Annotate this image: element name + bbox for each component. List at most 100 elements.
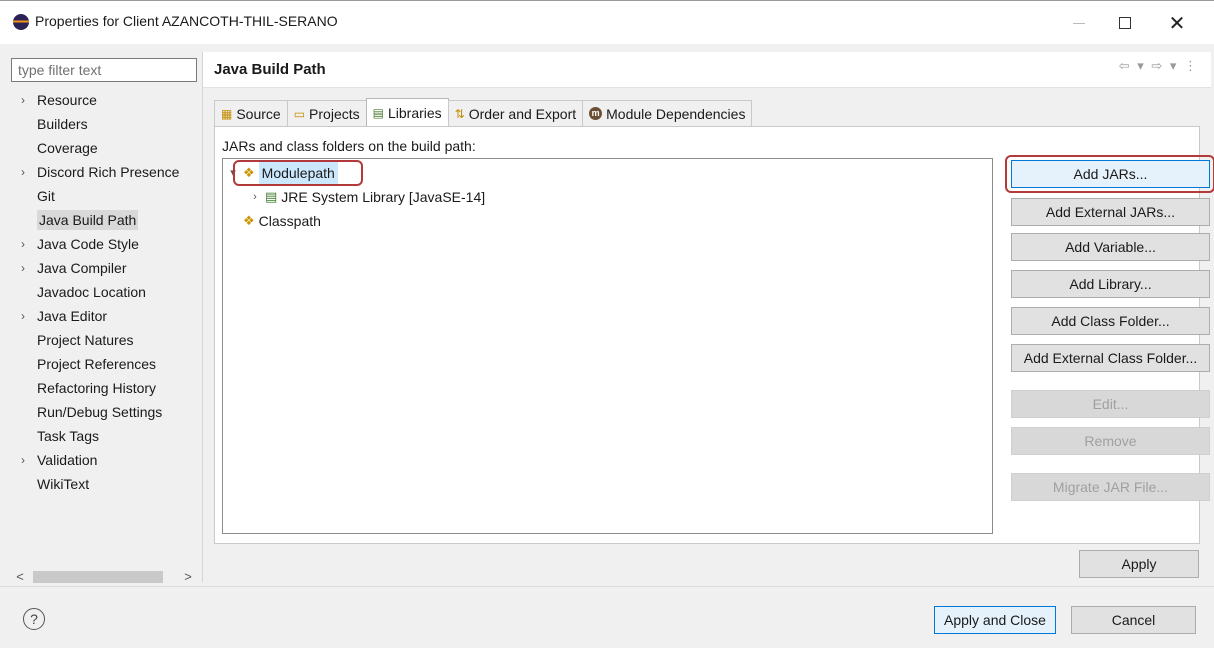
libraries-icon: ▤ xyxy=(372,105,384,120)
tab-label: Order and Export xyxy=(468,105,577,122)
add-class-folder-button[interactable]: Add Class Folder... xyxy=(1011,307,1210,335)
add-external-jars-button[interactable]: Add External JARs... xyxy=(1011,198,1210,226)
source-icon: ▦ xyxy=(221,106,233,121)
title-bar: Properties for Client AZANCOTH-THIL-SERA… xyxy=(0,0,1214,44)
page-header: Java Build Path ⇦ ▾ ⇨ ▾ ⋮ xyxy=(203,52,1211,88)
sidebar-item-label: Task Tags xyxy=(37,428,99,444)
tree-item-classpath[interactable]: ❖ Classpath xyxy=(243,210,321,232)
edit-button[interactable]: Edit... xyxy=(1011,390,1210,418)
tab-label: Libraries xyxy=(387,104,442,121)
sidebar-item-run-debug-settings[interactable]: Run/Debug Settings xyxy=(11,400,197,424)
sidebar-item-java-build-path[interactable]: Java Build Path xyxy=(11,208,197,232)
footer-divider xyxy=(0,586,1214,587)
tree-item-label: Classpath xyxy=(258,213,321,229)
order-export-icon: ⇅ xyxy=(454,106,465,121)
sidebar-item-label: Java Code Style xyxy=(37,236,139,252)
eclipse-icon xyxy=(13,14,29,30)
sidebar-item-task-tags[interactable]: Task Tags xyxy=(11,424,197,448)
chevron-right-icon[interactable]: › xyxy=(21,304,25,328)
sidebar-item-wikitext[interactable]: WikiText xyxy=(11,472,197,496)
sidebar-item-label: Java Compiler xyxy=(37,260,127,276)
library-icon: ▤ xyxy=(265,189,278,204)
property-page-tree: › Resource Builders Coverage › Discord Rich P… xyxy=(11,88,197,558)
property-page: Java Build Path ⇦ ▾ ⇨ ▾ ⋮ ▦ Source ▭ Pro… xyxy=(202,52,1214,582)
sidebar-item-label: Validation xyxy=(37,452,98,468)
tab-label: Module Dependencies xyxy=(606,105,746,122)
nav-horizontal-scrollbar[interactable]: < > xyxy=(11,568,197,586)
chevron-right-icon[interactable]: › xyxy=(21,88,25,112)
sidebar-item-builders[interactable]: Builders xyxy=(11,112,197,136)
tree-item-jre-library[interactable]: › ▤ JRE System Library [JavaSE-14] xyxy=(249,186,485,208)
scroll-thumb[interactable] xyxy=(33,571,163,583)
tree-item-label: JRE System Library [JavaSE-14] xyxy=(281,189,486,205)
libraries-panel: JARs and class folders on the build path… xyxy=(214,126,1214,544)
sidebar-item-validation[interactable]: › Validation xyxy=(11,448,197,472)
sidebar-item-label: Builders xyxy=(37,116,88,132)
scroll-right-icon[interactable]: > xyxy=(179,568,197,586)
tab-libraries[interactable]: ▤ Libraries xyxy=(365,98,449,126)
close-button[interactable]: ✕ xyxy=(1154,1,1200,45)
sidebar-item-label: Javadoc Location xyxy=(37,284,146,300)
sidebar-item-label: WikiText xyxy=(37,476,90,492)
tab-order-and-export[interactable]: ⇅ Order and Export xyxy=(447,100,584,126)
build-path-tree[interactable]: ▾ ❖ Modulepath › ▤ JRE System Library [J… xyxy=(222,158,993,534)
sidebar-item-discord-rich-presence[interactable]: › Discord Rich Presence xyxy=(11,160,197,184)
scroll-left-icon[interactable]: < xyxy=(11,568,29,586)
sidebar-item-label: Project Natures xyxy=(37,332,134,348)
modulepath-highlight xyxy=(233,160,363,186)
sidebar-item-git[interactable]: Git xyxy=(11,184,197,208)
sidebar-item-label: Project References xyxy=(37,356,157,372)
module-dependencies-icon: m xyxy=(589,107,603,120)
sidebar-item-label: Java Editor xyxy=(37,308,108,324)
tab-projects[interactable]: ▭ Projects xyxy=(286,100,367,126)
minimize-button[interactable] xyxy=(1056,1,1102,45)
sidebar-item-label: Java Build Path xyxy=(37,210,139,230)
chevron-right-icon[interactable]: › xyxy=(21,160,25,184)
classpath-icon: ❖ xyxy=(243,213,255,228)
tab-module-dependencies[interactable]: m Module Dependencies xyxy=(582,100,753,126)
page-title: Java Build Path xyxy=(214,61,326,78)
tab-label: Source xyxy=(236,105,281,122)
maximize-button[interactable] xyxy=(1102,1,1148,45)
expand-icon[interactable]: › xyxy=(249,186,261,208)
add-library-button[interactable]: Add Library... xyxy=(1011,270,1210,298)
tab-source[interactable]: ▦ Source xyxy=(214,100,288,126)
sidebar-item-label: Coverage xyxy=(37,140,98,156)
add-variable-button[interactable]: Add Variable... xyxy=(1011,233,1210,261)
sidebar-item-javadoc-location[interactable]: Javadoc Location xyxy=(11,280,197,304)
sidebar-item-coverage[interactable]: Coverage xyxy=(11,136,197,160)
sidebar-item-label: Resource xyxy=(37,92,97,108)
history-navigation[interactable]: ⇦ ▾ ⇨ ▾ ⋮ xyxy=(1119,58,1199,74)
cancel-button[interactable]: Cancel xyxy=(1071,606,1196,634)
window-title: Properties for Client AZANCOTH-THIL-SERA… xyxy=(35,13,338,29)
build-path-description: JARs and class folders on the build path… xyxy=(222,138,476,154)
chevron-right-icon[interactable]: › xyxy=(21,256,25,280)
sidebar-item-project-references[interactable]: Project References xyxy=(11,352,197,376)
sidebar-item-project-natures[interactable]: Project Natures xyxy=(11,328,197,352)
sidebar-item-label: Refactoring History xyxy=(37,380,157,396)
help-icon[interactable]: ? xyxy=(23,608,45,630)
add-jars-highlight xyxy=(1005,155,1214,193)
apply-and-close-button[interactable]: Apply and Close xyxy=(934,606,1056,634)
sidebar-item-label: Discord Rich Presence xyxy=(37,164,180,180)
apply-button[interactable]: Apply xyxy=(1079,550,1199,578)
sidebar-item-label: Run/Debug Settings xyxy=(37,404,163,420)
tab-label: Projects xyxy=(309,105,360,122)
remove-button[interactable]: Remove xyxy=(1011,427,1210,455)
minimize-icon xyxy=(1073,22,1085,24)
sidebar-item-label: Git xyxy=(37,188,55,204)
sidebar-item-resource[interactable]: › Resource xyxy=(11,88,197,112)
migrate-jar-file-button[interactable]: Migrate JAR File... xyxy=(1011,473,1210,501)
filter-input[interactable] xyxy=(11,58,197,82)
chevron-right-icon[interactable]: › xyxy=(21,232,25,256)
sidebar-item-java-compiler[interactable]: › Java Compiler xyxy=(11,256,197,280)
add-external-class-folder-button[interactable]: Add External Class Folder... xyxy=(1011,344,1210,372)
close-icon: ✕ xyxy=(1168,12,1186,35)
chevron-right-icon[interactable]: › xyxy=(21,448,25,472)
build-path-tabs: ▦ Source ▭ Projects ▤ Libraries ⇅ Order … xyxy=(214,98,753,126)
maximize-icon xyxy=(1119,17,1131,29)
sidebar-item-java-editor[interactable]: › Java Editor xyxy=(11,304,197,328)
sidebar-item-java-code-style[interactable]: › Java Code Style xyxy=(11,232,197,256)
sidebar-item-refactoring-history[interactable]: Refactoring History xyxy=(11,376,197,400)
projects-icon: ▭ xyxy=(293,106,306,121)
